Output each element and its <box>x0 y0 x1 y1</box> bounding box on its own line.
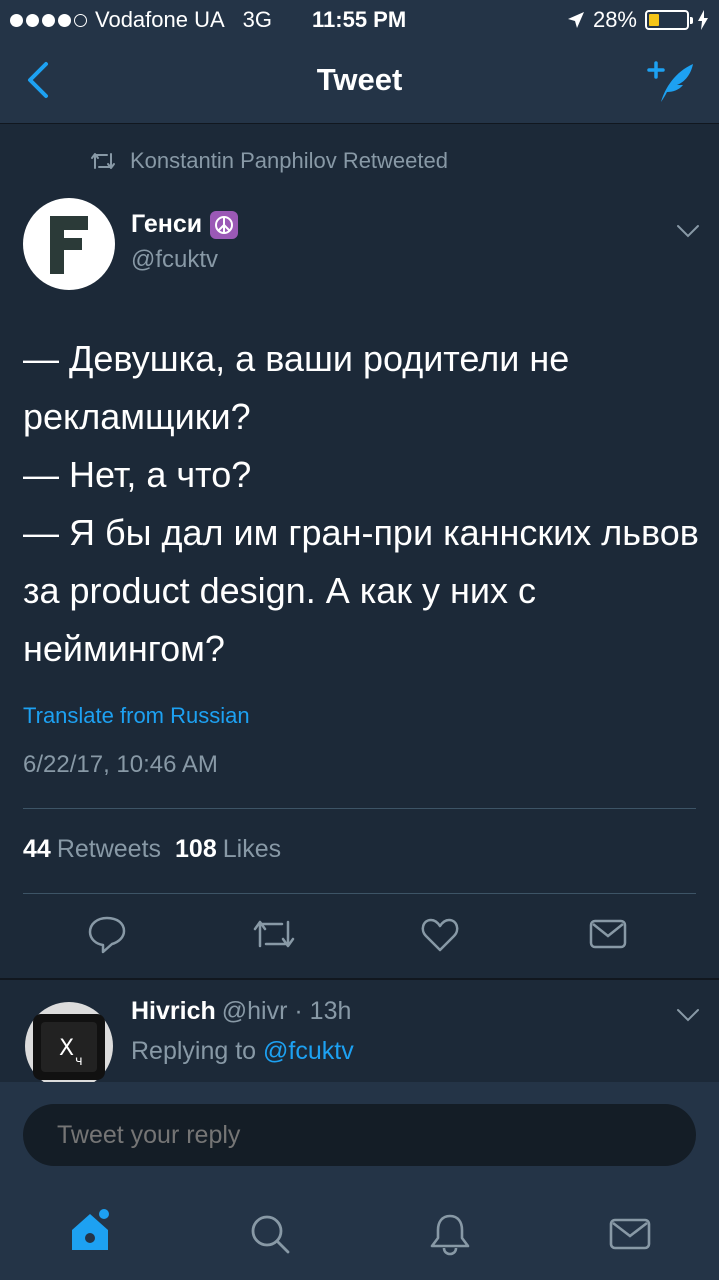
signal-dot <box>26 13 39 27</box>
retweeted-by-line[interactable]: Konstantin Panphilov Retweeted <box>90 148 448 174</box>
svg-text:ч: ч <box>75 1054 83 1069</box>
author-handle[interactable]: @fcuktv <box>131 246 218 274</box>
author-name[interactable]: Генси <box>131 210 239 239</box>
reply-author-handle: @hivr <box>221 997 288 1025</box>
peace-symbol-icon <box>210 210 239 239</box>
likes-stat[interactable]: 108 Likes <box>175 835 281 864</box>
reply-avatar[interactable]: X ч <box>23 1000 115 1082</box>
svg-text:X: X <box>59 1036 74 1061</box>
translate-link[interactable]: Translate from Russian <box>23 703 250 729</box>
retweet-action-icon[interactable] <box>252 912 296 956</box>
replying-to-prefix: Replying to <box>131 1037 257 1065</box>
search-icon[interactable] <box>248 1212 292 1256</box>
tweet-text: — Девушка, а ваши родители не рекламщики… <box>23 338 699 669</box>
signal-strength-icon <box>10 13 87 27</box>
likes-label: Likes <box>222 835 282 863</box>
location-arrow-icon <box>567 12 584 28</box>
network-type: 3G <box>242 7 273 32</box>
notifications-icon[interactable] <box>428 1212 472 1256</box>
avatar-f-logo <box>50 216 88 274</box>
signal-dot <box>42 13 55 27</box>
avatar[interactable] <box>23 198 115 290</box>
status-right: 28% <box>567 7 709 33</box>
status-left: Vodafone UA 3G <box>10 7 272 33</box>
reply-options-chevron-icon[interactable] <box>676 1008 700 1022</box>
top-bar: Vodafone UA 3G 11:55 PM 28% Tweet <box>0 0 719 124</box>
likes-count: 108 <box>175 835 217 863</box>
compose-tweet-icon[interactable] <box>647 58 697 106</box>
battery-percent: 28% <box>592 7 637 32</box>
signal-dot-empty <box>74 13 87 27</box>
carrier-name: Vodafone UA <box>95 7 225 32</box>
direct-message-icon[interactable] <box>588 912 628 956</box>
signal-dot <box>58 13 71 27</box>
battery-level <box>649 14 660 26</box>
bottom-tab-bar <box>0 1192 719 1280</box>
tweet-reply-input[interactable] <box>23 1104 696 1166</box>
home-icon[interactable] <box>68 1206 114 1254</box>
charging-bolt-icon <box>698 10 708 30</box>
tweet-stats: 44 Retweets 108 Likes <box>23 835 281 864</box>
reply-avatar-image: X ч <box>25 1002 113 1082</box>
replying-to-line: Replying to @fcuktv <box>131 1037 354 1066</box>
retweets-stat[interactable]: 44 Retweets <box>23 835 161 864</box>
page-title: Tweet <box>316 62 403 97</box>
tweet-actions <box>0 912 719 962</box>
replying-to-handle[interactable]: @fcuktv <box>263 1037 354 1065</box>
signal-dot <box>10 13 23 27</box>
status-bar: Vodafone UA 3G 11:55 PM 28% <box>0 0 719 40</box>
divider <box>23 808 696 809</box>
battery-icon <box>645 10 693 30</box>
tweet-options-chevron-icon[interactable] <box>676 224 700 238</box>
reply-composer-bar <box>0 1082 719 1192</box>
reply-author-name: Hivrich <box>131 997 216 1025</box>
tweet-timestamp: 6/22/17, 10:46 AM <box>23 751 218 778</box>
like-heart-icon[interactable] <box>420 912 460 956</box>
messages-icon[interactable] <box>608 1212 652 1256</box>
divider <box>23 893 696 894</box>
retweets-label: Retweets <box>56 835 162 863</box>
clock: 11:55 PM <box>312 7 407 32</box>
author-display-name: Генси <box>131 210 203 238</box>
section-separator <box>0 978 719 980</box>
retweeted-by-label: Konstantin Panphilov Retweeted <box>130 148 448 173</box>
retweets-count: 44 <box>23 835 51 863</box>
reply-icon[interactable] <box>87 912 127 956</box>
reply-author-line[interactable]: Hivrich @hivr · 13h <box>131 997 351 1026</box>
retweet-icon <box>91 153 115 169</box>
reply-age: · 13h <box>294 997 352 1025</box>
